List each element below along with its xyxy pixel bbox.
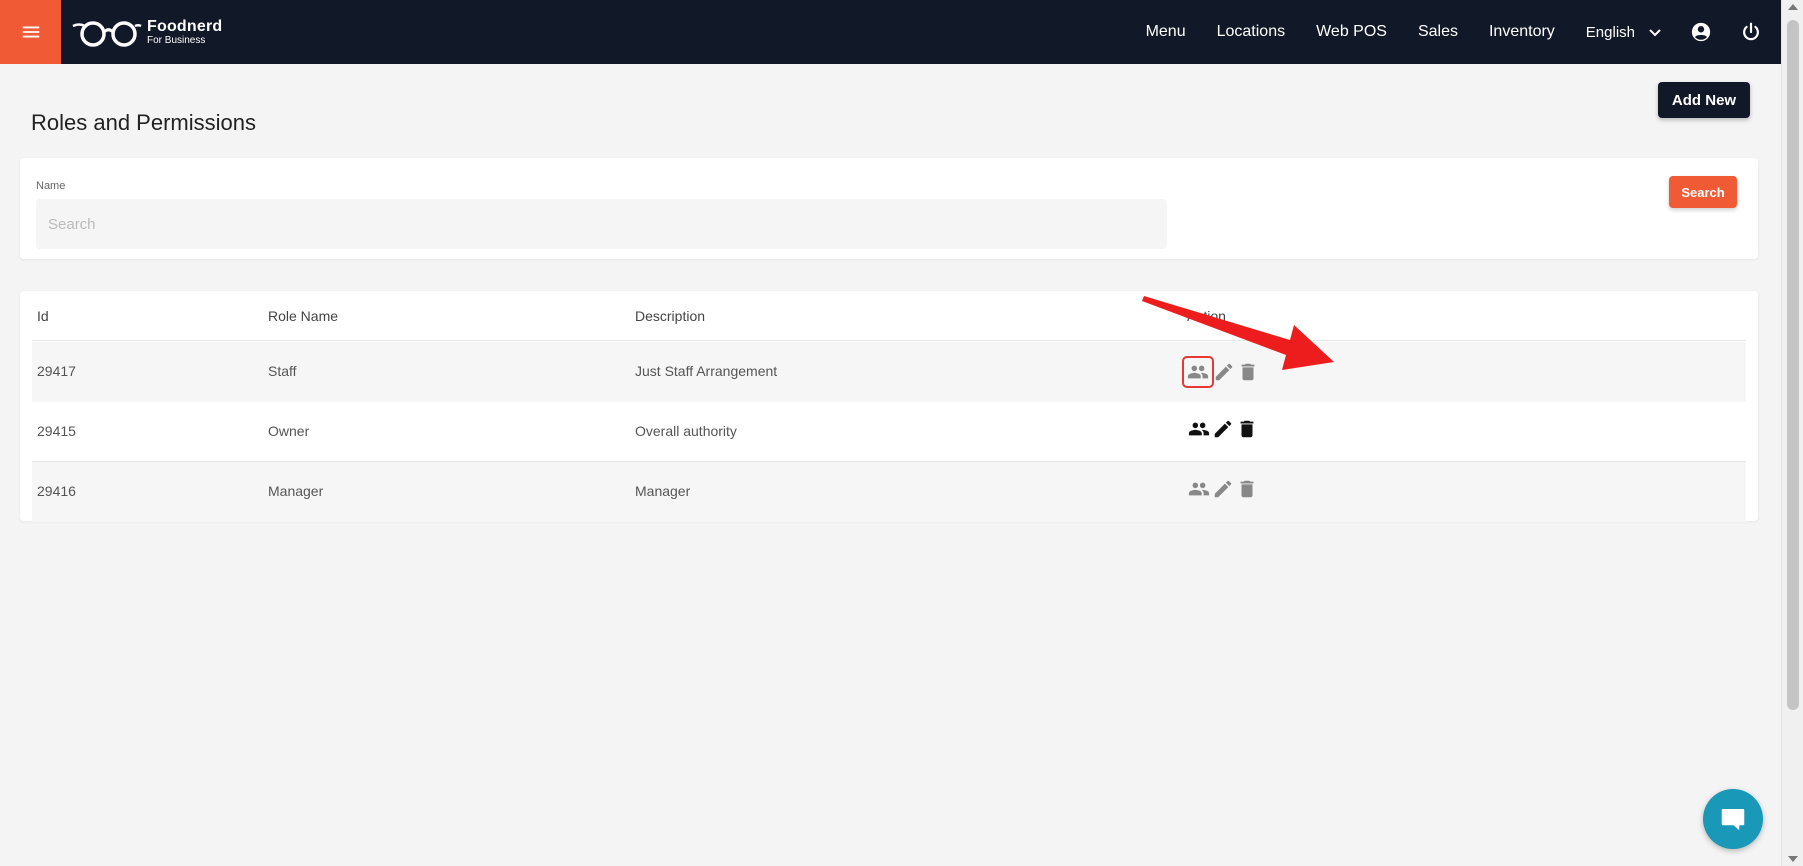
page-title: Roles and Permissions xyxy=(31,110,256,135)
nav-item-inventory[interactable]: Inventory xyxy=(1489,23,1555,41)
header-description: Description xyxy=(635,308,706,324)
search-panel: Name Search xyxy=(20,158,1758,259)
nav-item-sales[interactable]: Sales xyxy=(1418,23,1458,41)
brand-subtitle: For Business xyxy=(147,34,206,46)
edit-button[interactable] xyxy=(1211,417,1235,441)
add-new-button[interactable]: Add New xyxy=(1658,82,1750,118)
delete-button[interactable] xyxy=(1235,417,1259,441)
language-select[interactable]: English xyxy=(1586,24,1663,41)
account-circle-icon xyxy=(1691,22,1711,42)
page-scrollbar[interactable] xyxy=(1781,0,1803,866)
pencil-icon xyxy=(1214,480,1232,498)
top-bar: Foodnerd For Business Menu Locations Web… xyxy=(0,0,1781,64)
scroll-up-arrow[interactable] xyxy=(1788,4,1798,10)
permissions-button[interactable] xyxy=(1187,417,1211,441)
people-icon xyxy=(1188,422,1210,436)
cell-id: 29415 xyxy=(37,423,76,439)
cell-description: Manager xyxy=(635,483,691,499)
header-action: Action xyxy=(1187,308,1226,324)
row-actions xyxy=(1187,417,1259,441)
permissions-button[interactable] xyxy=(1187,477,1211,501)
cell-role-name: Owner xyxy=(268,423,310,439)
trash-icon xyxy=(1240,420,1254,438)
search-input[interactable] xyxy=(36,199,1167,249)
menu-icon xyxy=(22,26,39,38)
chat-button[interactable] xyxy=(1703,789,1763,849)
cell-id: 29417 xyxy=(37,363,76,379)
permissions-button[interactable] xyxy=(1182,356,1214,388)
cell-role-name: Staff xyxy=(268,363,297,379)
search-button[interactable]: Search xyxy=(1669,176,1737,208)
nav-item-menu[interactable]: Menu xyxy=(1146,23,1186,41)
chevron-down-icon xyxy=(1649,29,1661,37)
trash-icon xyxy=(1240,480,1254,498)
roles-table: Id Role Name Description Action 29417 St… xyxy=(20,291,1758,522)
scrollbar-thumb[interactable] xyxy=(1787,20,1799,710)
table-row: 29417 Staff Just Staff Arrangement xyxy=(32,342,1746,402)
table-row: 29415 Owner Overall authority xyxy=(32,402,1746,462)
scroll-down-arrow[interactable] xyxy=(1788,856,1798,862)
edit-button[interactable] xyxy=(1212,360,1236,384)
account-button[interactable] xyxy=(1689,20,1713,44)
chat-bubble-icon xyxy=(1721,809,1745,831)
table-row: 29416 Manager Manager xyxy=(32,462,1746,522)
delete-button[interactable] xyxy=(1236,360,1260,384)
brand-logo[interactable]: Foodnerd For Business xyxy=(71,0,222,64)
edit-button[interactable] xyxy=(1211,477,1235,501)
people-icon xyxy=(1187,365,1209,379)
name-field-label: Name xyxy=(36,180,66,192)
cell-role-name: Manager xyxy=(268,483,324,499)
pencil-icon xyxy=(1215,363,1233,381)
row-actions xyxy=(1187,477,1259,501)
table-header: Id Role Name Description Action xyxy=(32,291,1746,341)
trash-icon xyxy=(1241,363,1255,381)
people-icon xyxy=(1188,482,1210,496)
header-role-name: Role Name xyxy=(268,308,339,324)
row-actions xyxy=(1182,356,1260,388)
cell-description: Overall authority xyxy=(635,423,737,439)
nav-item-locations[interactable]: Locations xyxy=(1217,23,1286,41)
main-nav: Menu Locations Web POS Sales Inventory E… xyxy=(1115,0,1781,64)
power-icon xyxy=(1743,22,1759,41)
cell-id: 29416 xyxy=(37,483,76,499)
language-label: English xyxy=(1585,23,1635,41)
delete-button[interactable] xyxy=(1235,477,1259,501)
cell-description: Just Staff Arrangement xyxy=(635,363,778,379)
menu-toggle-button[interactable] xyxy=(0,0,61,64)
pencil-icon xyxy=(1214,420,1232,438)
brand-name: Foodnerd xyxy=(147,17,223,35)
nav-item-web-pos[interactable]: Web POS xyxy=(1316,23,1387,41)
logout-button[interactable] xyxy=(1739,20,1763,44)
glasses-logo-icon xyxy=(72,21,142,47)
header-id: Id xyxy=(37,308,49,324)
